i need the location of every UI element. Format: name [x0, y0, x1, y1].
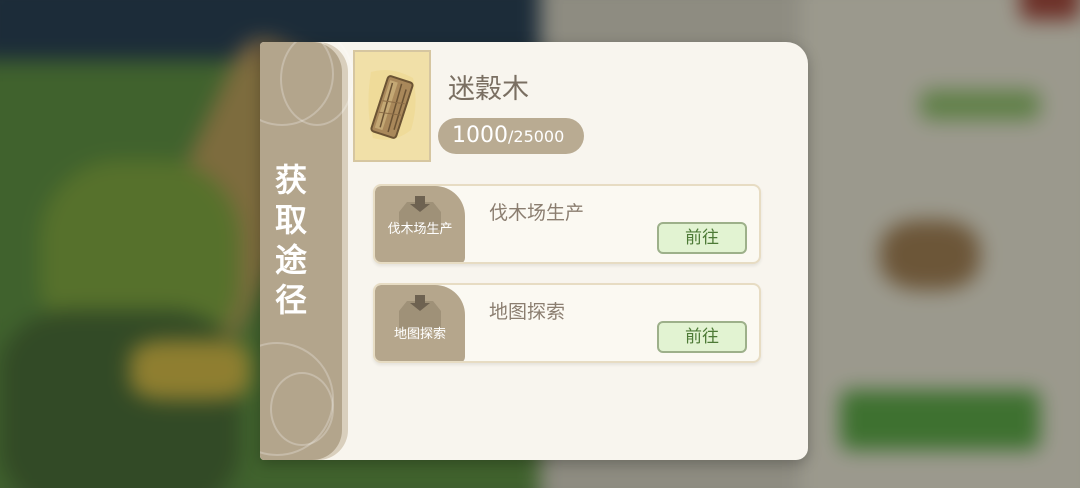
source-icon-block: 地图探索	[375, 285, 465, 361]
source-row: 地图探索 地图探索 前往	[373, 283, 761, 363]
source-title: 地图探索	[489, 301, 566, 323]
item-count: 1000/25000	[438, 118, 584, 154]
item-icon-frame	[353, 50, 431, 162]
side-bar: 获取途径	[260, 42, 354, 460]
go-button[interactable]: 前往	[657, 222, 747, 254]
go-button[interactable]: 前往	[657, 321, 747, 353]
acquisition-panel: 获取途径 迷穀木 1000/25000 伐木场生产 伐木场生产 前往 地图探索 …	[260, 42, 808, 460]
source-icon-label: 伐木场生产	[387, 222, 453, 237]
source-row: 伐木场生产 伐木场生产 前往	[373, 184, 761, 264]
source-title: 伐木场生产	[489, 202, 585, 224]
panel-title: 获取途径	[274, 161, 307, 319]
game-screen: 获取途径 迷穀木 1000/25000 伐木场生产 伐木场生产 前往 地图探索 …	[0, 0, 1080, 488]
item-count-current: 1000	[452, 123, 508, 148]
item-name: 迷穀木	[448, 74, 529, 105]
source-icon-label: 地图探索	[393, 327, 446, 342]
source-icon-block: 伐木场生产	[375, 186, 465, 262]
item-count-max: 25000	[513, 127, 565, 146]
